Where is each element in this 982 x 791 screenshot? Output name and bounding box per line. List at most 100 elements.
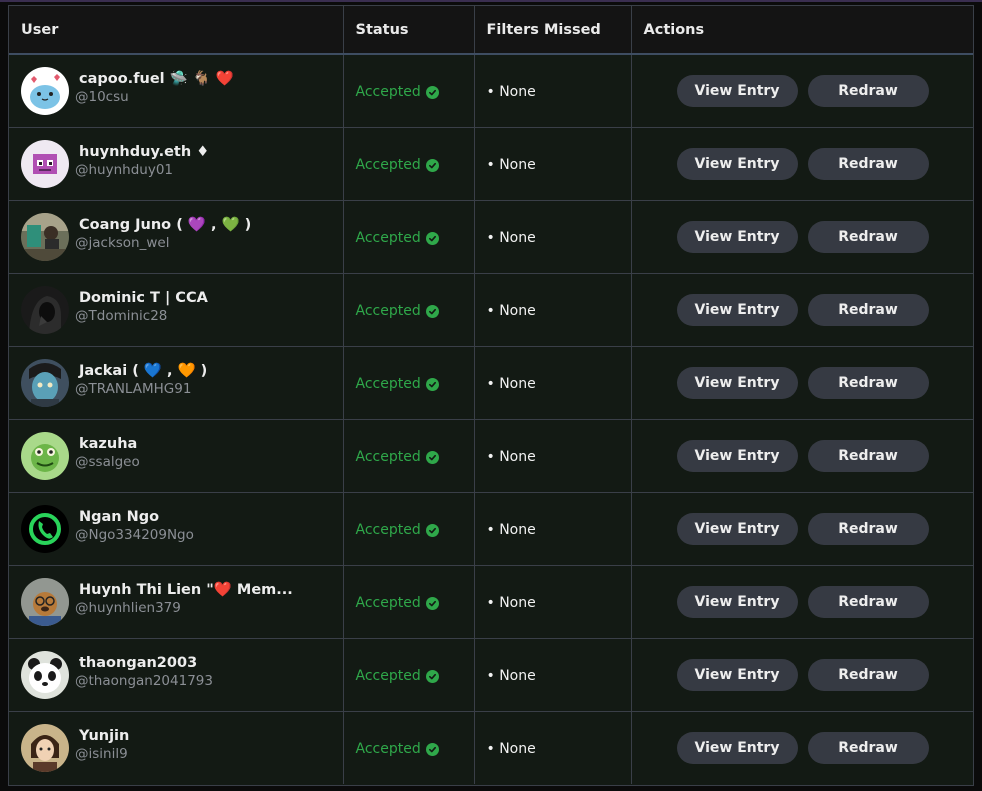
filters-missed-value: • None bbox=[486, 230, 536, 246]
redraw-button[interactable]: Redraw bbox=[807, 366, 929, 399]
avatar[interactable] bbox=[21, 139, 69, 188]
view-entry-button[interactable]: View Entry bbox=[676, 439, 798, 472]
filters-missed-cell: • None bbox=[474, 565, 632, 638]
table-row: kazuha @ssalgeo Accepted • None View Ent… bbox=[9, 419, 973, 492]
filters-missed-cell: • None bbox=[474, 419, 632, 492]
table-row: capoo.fuel 🛸 🐐 ❤️ @10csu Accepted • None… bbox=[9, 54, 973, 127]
actions-cell: View Entry Redraw bbox=[631, 200, 973, 273]
avatar[interactable] bbox=[21, 504, 69, 553]
status-badge: Accepted bbox=[356, 595, 439, 611]
filters-missed-cell: • None bbox=[474, 200, 632, 273]
filters-missed-cell: • None bbox=[474, 127, 632, 200]
redraw-button[interactable]: Redraw bbox=[807, 731, 929, 764]
avatar[interactable] bbox=[21, 212, 69, 261]
user-handle: @huynhduy01 bbox=[75, 161, 174, 178]
user-cell: Huynh Thi Lien "❤️ Mem... @huynhlien379 bbox=[9, 565, 344, 638]
status-label: Accepted bbox=[355, 376, 421, 392]
filters-missed-value: • None bbox=[486, 303, 536, 319]
filters-missed-value: • None bbox=[486, 376, 536, 392]
view-entry-button[interactable]: View Entry bbox=[676, 512, 798, 545]
redraw-button[interactable]: Redraw bbox=[807, 147, 929, 180]
check-circle-icon bbox=[425, 158, 439, 172]
view-entry-button[interactable]: View Entry bbox=[676, 585, 798, 618]
user-handle: @jackson_wel bbox=[75, 234, 170, 251]
actions-cell: View Entry Redraw bbox=[631, 638, 973, 711]
check-circle-icon bbox=[425, 377, 439, 391]
user-display-name: kazuha bbox=[79, 435, 138, 452]
redraw-button[interactable]: Redraw bbox=[807, 512, 929, 545]
status-label: Accepted bbox=[355, 157, 421, 173]
status-badge: Accepted bbox=[356, 303, 439, 319]
user-cell: Jackai ( 💙 , 🧡 ) @TRANLAMHG91 bbox=[9, 346, 344, 419]
user-display-name: thaongan2003 bbox=[79, 654, 198, 671]
redraw-button[interactable]: Redraw bbox=[807, 439, 929, 472]
actions-cell: View Entry Redraw bbox=[631, 127, 973, 200]
filters-missed-value: • None bbox=[486, 84, 536, 101]
header-actions: Actions bbox=[631, 6, 973, 55]
filters-missed-cell: • None bbox=[474, 638, 632, 711]
status-label: Accepted bbox=[355, 741, 421, 758]
anime-character-avatar-image bbox=[21, 723, 69, 772]
header-status: Status bbox=[343, 6, 475, 55]
avatar[interactable] bbox=[21, 723, 69, 772]
avatar[interactable] bbox=[21, 650, 69, 699]
user-handle: @Tdominic28 bbox=[75, 307, 168, 324]
table-row: Dominic T | CCA @Tdominic28 Accepted • N… bbox=[9, 273, 973, 346]
filters-missed-value: • None bbox=[486, 595, 536, 611]
redraw-button[interactable]: Redraw bbox=[807, 74, 929, 107]
view-entry-button[interactable]: View Entry bbox=[676, 366, 798, 399]
avatar[interactable] bbox=[21, 358, 69, 407]
avatar[interactable] bbox=[21, 577, 69, 626]
redraw-button[interactable]: Redraw bbox=[807, 293, 929, 326]
redraw-button[interactable]: Redraw bbox=[807, 585, 929, 618]
view-entry-button[interactable]: View Entry bbox=[676, 293, 798, 326]
view-entry-button[interactable]: View Entry bbox=[676, 658, 798, 691]
filters-missed-value: • None bbox=[486, 449, 536, 465]
table-row: Huynh Thi Lien "❤️ Mem... @huynhlien379 … bbox=[9, 565, 973, 638]
check-circle-icon bbox=[425, 231, 439, 245]
pixel-robot-avatar-image bbox=[21, 139, 69, 188]
view-entry-button[interactable]: View Entry bbox=[676, 74, 798, 107]
avatar[interactable] bbox=[21, 66, 69, 115]
status-badge: Accepted bbox=[356, 449, 439, 465]
actions-cell: View Entry Redraw bbox=[631, 565, 973, 638]
filters-missed-cell: • None bbox=[474, 273, 632, 346]
user-cell: Ngan Ngo @Ngo334209Ngo bbox=[9, 492, 344, 565]
check-circle-icon bbox=[425, 669, 439, 683]
top-accent-line bbox=[0, 0, 982, 2]
user-cell: Yunjin @isinil9 bbox=[9, 711, 344, 784]
user-cell: Coang Juno ( 💜 , 💚 ) @jackson_wel bbox=[9, 200, 344, 273]
view-entry-button[interactable]: View Entry bbox=[676, 220, 798, 253]
actions-cell: View Entry Redraw bbox=[631, 54, 973, 127]
view-entry-button[interactable]: View Entry bbox=[676, 147, 798, 180]
user-handle: @ssalgeo bbox=[75, 453, 140, 470]
avatar[interactable] bbox=[21, 285, 69, 334]
user-handle: @Ngo334209Ngo bbox=[75, 526, 194, 543]
check-circle-icon bbox=[425, 450, 439, 464]
user-handle: @huynhlien379 bbox=[75, 599, 181, 616]
status-cell: Accepted bbox=[343, 492, 475, 565]
user-cell: huynhduy.eth ♦ @huynhduy01 bbox=[9, 127, 344, 200]
check-circle-icon bbox=[425, 304, 439, 318]
user-display-name: Yunjin bbox=[79, 727, 130, 744]
entries-table-grid: User Status Filters Missed Actions capoo… bbox=[9, 6, 973, 784]
redraw-button[interactable]: Redraw bbox=[807, 658, 929, 691]
status-cell: Accepted bbox=[343, 711, 475, 784]
check-circle-icon bbox=[425, 742, 439, 756]
status-badge: Accepted bbox=[356, 84, 439, 100]
status-cell: Accepted bbox=[343, 565, 475, 638]
filters-missed-value: • None bbox=[486, 668, 536, 684]
avatar[interactable] bbox=[21, 431, 69, 480]
filters-missed-cell: • None bbox=[474, 711, 632, 784]
actions-cell: View Entry Redraw bbox=[631, 711, 973, 784]
table-row: Coang Juno ( 💜 , 💚 ) @jackson_wel Accept… bbox=[9, 200, 973, 273]
view-entry-button[interactable]: View Entry bbox=[676, 731, 798, 764]
blue-face-avatar-image bbox=[21, 358, 69, 407]
header-user: User bbox=[9, 6, 344, 55]
redraw-button[interactable]: Redraw bbox=[807, 220, 929, 253]
user-cell: kazuha @ssalgeo bbox=[9, 419, 344, 492]
hooded-figure-avatar-image bbox=[21, 285, 69, 334]
status-label: Accepted bbox=[355, 595, 421, 611]
table-row: Ngan Ngo @Ngo334209Ngo Accepted • None V… bbox=[9, 492, 973, 565]
status-cell: Accepted bbox=[343, 419, 475, 492]
